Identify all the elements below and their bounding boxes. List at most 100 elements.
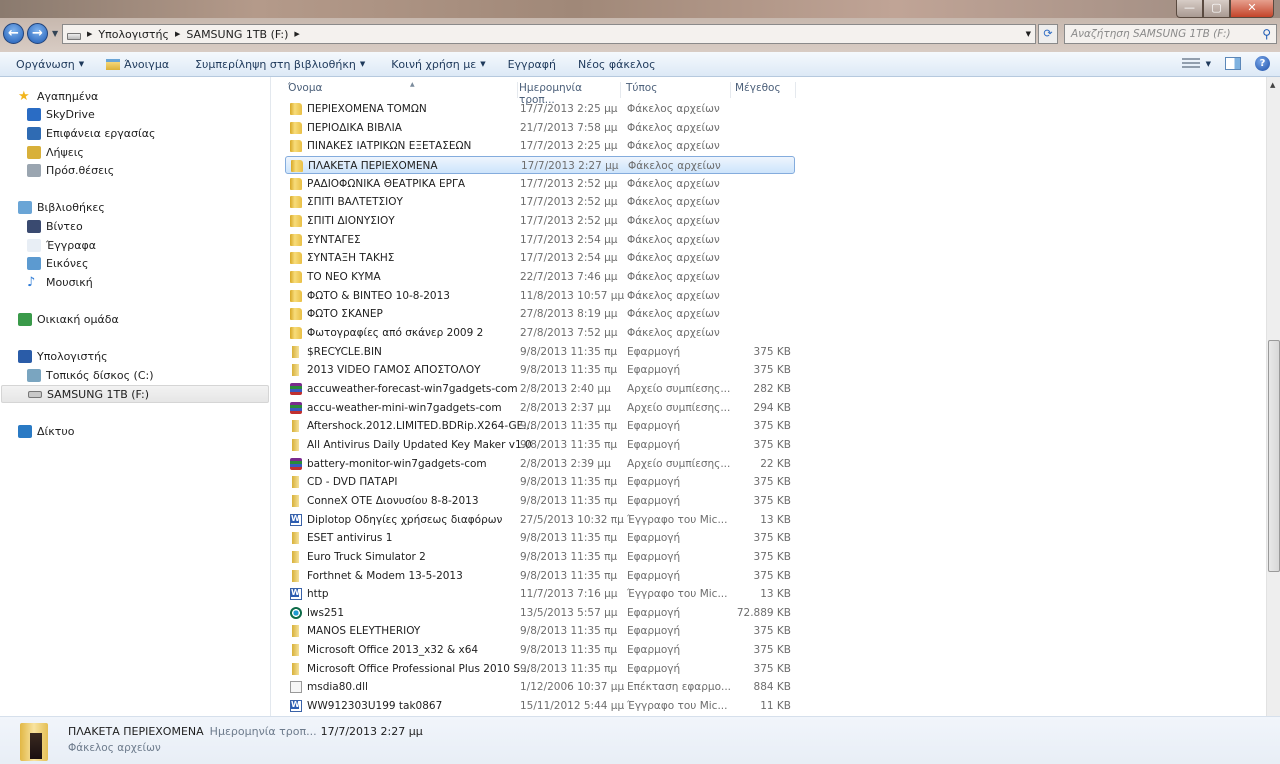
file-row[interactable]: ΠΕΡΙΕΧΟΜΕΝΑ ΤΟΜΩΝ 17/7/2013 2:25 μμ Φάκελο… (285, 100, 795, 118)
file-row[interactable]: ΦΩΤΟ ΣΚΑΝΕΡ 27/8/2013 8:19 μμ Φάκελος αρχε… (285, 305, 795, 323)
refresh-button[interactable]: ⟳ (1038, 24, 1058, 44)
nav-item-network[interactable]: Δίκτυο (18, 422, 74, 440)
file-row[interactable]: ESET antivirus 1 9/8/2013 11:35 πμ Εφαρμογ… (285, 529, 795, 547)
new-folder-button[interactable]: Νέος φάκελος (570, 58, 664, 71)
forward-button[interactable]: → (27, 23, 48, 44)
close-button[interactable]: ✕ (1230, 0, 1274, 18)
vertical-scrollbar[interactable]: ▲ (1266, 77, 1280, 716)
search-icon[interactable]: ⚲ (1262, 27, 1271, 41)
nav-item-libraries[interactable]: Βιβλιοθήκες (18, 198, 105, 216)
file-row[interactable]: accuweather-forecast-win7gadgets-com 2/8/… (285, 380, 795, 398)
file-row[interactable]: ΠΙΝΑΚΕΣ ΙΑΤΡΙΚΩΝ ΕΞΕΤΑΣΕΩΝ 17/7/2013 2:25… (285, 137, 795, 155)
file-row[interactable]: msdia80.dll 1/12/2006 10:37 μμ Επέκταση εφ… (285, 678, 795, 696)
nav-item-documents[interactable]: Έγγραφα (27, 236, 96, 254)
nav-item-desktop[interactable]: Επιφάνεια εργασίας (27, 124, 155, 142)
file-row[interactable]: $RECYCLE.BIN 9/8/2013 11:35 πμ Εφαρμογή 375… (285, 343, 795, 361)
date-modified-value: 17/7/2013 2:27 μμ (320, 725, 423, 738)
folder-icon (20, 723, 48, 761)
nav-item-star[interactable]: ★ Αγαπημένα (18, 87, 98, 105)
file-row[interactable]: 2013 VIDEO ΓΑΜΟΣ ΑΠΟΣΤΟΛΟΥ 9/8/2013 11:35… (285, 361, 795, 379)
column-header-date[interactable]: Ημερομηνία τροπ... (517, 82, 621, 106)
file-size: 375 KB (753, 494, 791, 507)
breadcrumb-computer[interactable]: Υπολογιστής (98, 28, 169, 41)
nav-item-homegroup[interactable]: Οικιακή ομάδα (18, 310, 119, 328)
nav-item-recent-places[interactable]: Πρόσ.θέσεις (27, 161, 114, 179)
file-size: 11 KB (760, 700, 791, 713)
file-row[interactable]: Microsoft Office 2013_x32 & x64 9/8/2013 … (285, 641, 795, 659)
file-row[interactable]: ΦΩΤΟ & ΒΙΝΤΕΟ 10-8-2013 11/8/2013 10:57 μ… (285, 287, 795, 305)
view-options-dropdown[interactable]: ▼ (1206, 60, 1211, 68)
scrollbar-thumb[interactable] (1268, 340, 1280, 572)
file-row[interactable]: Forthnet & Modem 13-5-2013 9/8/2013 11:35… (285, 567, 795, 585)
file-date: 13/5/2013 5:57 μμ (520, 606, 618, 619)
file-size: 375 KB (753, 532, 791, 545)
nav-item-computer[interactable]: Υπολογιστής (18, 347, 108, 365)
address-bar[interactable]: ▶ Υπολογιστής ▶ SAMSUNG 1TB (F:) ▶ ▼ (62, 24, 1036, 44)
file-row[interactable]: accu-weather-mini-win7gadgets-com 2/8/201… (285, 399, 795, 417)
file-row[interactable]: ΣΠΙΤΙ ΒΑΛΤΕΤΣΙΟΥ 17/7/2013 2:52 μμ Φάκελος… (285, 193, 795, 211)
share-with-button[interactable]: Κοινή χρήση με ▼ (383, 58, 493, 71)
minimize-button[interactable]: — (1176, 0, 1203, 18)
file-row[interactable]: lws251 13/5/2013 5:57 μμ Εφαρμογή 72.889 KB (285, 604, 795, 622)
file-name: ΣΠΙΤΙ ΒΑΛΤΕΤΣΙΟΥ (307, 196, 403, 209)
file-date: 27/8/2013 7:52 μμ (520, 326, 618, 339)
help-icon[interactable]: ? (1255, 56, 1270, 71)
file-row[interactable]: MANOS ELEYTHERIOY 9/8/2013 11:35 πμ Εφαρμο… (285, 622, 795, 640)
file-row[interactable]: http 11/7/2013 7:16 μμ Έγγραφο του Mic... 1… (285, 585, 795, 603)
file-type: Εφαρμογή (627, 438, 681, 451)
chevron-right-icon[interactable]: ▶ (87, 30, 92, 38)
date-modified-label: Ημερομηνία τροπ... (209, 725, 317, 738)
file-row[interactable]: Diplotop Οδηγίες χρήσεως διαφόρων 27/5/20… (285, 511, 795, 529)
breadcrumb-drive[interactable]: SAMSUNG 1TB (F:) (186, 28, 288, 41)
burn-button[interactable]: Εγγραφή (500, 58, 564, 71)
back-button[interactable]: ← (3, 23, 24, 44)
recent-pages-dropdown[interactable]: ▼ (52, 29, 58, 38)
file-row[interactable]: ΣΥΝΤΑΞΗ ΤΑΚΗΣ 17/7/2013 2:54 μμ Φάκελος αρ… (285, 249, 795, 267)
file-row[interactable]: Aftershock.2012.LIMITED.BDRip.X264-GE...… (285, 417, 795, 435)
column-header-type[interactable]: Τύπος (624, 82, 731, 98)
address-dropdown-icon[interactable]: ▼ (1026, 30, 1031, 38)
word-document-icon (290, 513, 302, 526)
include-library-button[interactable]: Συμπερίληψη στη βιβλιοθήκη ▼ (187, 58, 373, 71)
column-header-name[interactable]: Όνομα ▲ (286, 81, 518, 98)
nav-item-label: Τοπικός δίσκος (C:) (46, 368, 154, 382)
nav-item-drive[interactable]: SAMSUNG 1TB (F:) (1, 385, 269, 403)
file-row[interactable]: ΣΥΝΤΑΓΕΣ 17/7/2013 2:54 μμ Φάκελος αρχείων (285, 231, 795, 249)
nav-item-downloads[interactable]: Λήψεις (27, 143, 84, 161)
nav-item-pictures[interactable]: Εικόνες (27, 254, 88, 272)
chevron-right-icon[interactable]: ▶ (175, 30, 180, 38)
file-row[interactable]: Φωτογραφίες από σκάνερ 2009 2 27/8/2013 7… (285, 324, 795, 342)
file-row[interactable]: CD - DVD ΠΑΤΑΡΙ 9/8/2013 11:35 πμ Εφαρμογή… (285, 473, 795, 491)
file-name: MANOS ELEYTHERIOY (307, 625, 421, 638)
chevron-right-icon[interactable]: ▶ (294, 30, 299, 38)
search-input[interactable]: Αναζήτηση SAMSUNG 1TB (F:) ⚲ (1064, 24, 1277, 44)
file-type: Αρχείο συμπίεσης... (627, 401, 731, 414)
open-button[interactable]: Άνοιγμα (98, 58, 177, 71)
file-row[interactable]: All Antivirus Daily Updated Key Maker v1… (285, 436, 795, 454)
maximize-button[interactable]: ▢ (1203, 0, 1230, 18)
scroll-up-arrow[interactable]: ▲ (1270, 81, 1275, 89)
folder-icon (292, 662, 299, 675)
file-row[interactable]: ΠΛΑΚΕΤΑ ΠΕΡΙΕΧΟΜΕΝΑ 17/7/2013 2:27 μμ Φάκε… (285, 155, 795, 174)
nav-item-skydrive[interactable]: SkyDrive (27, 105, 95, 123)
change-view-icon[interactable] (1181, 57, 1200, 70)
file-row[interactable]: ΠΕΡΙΟΔΙΚΑ ΒΙΒΛΙΑ 21/7/2013 7:58 μμ Φάκελος… (285, 119, 795, 137)
file-row[interactable]: battery-monitor-win7gadgets-com 2/8/2013 … (285, 455, 795, 473)
organize-button[interactable]: Οργάνωση ▼ (8, 58, 92, 71)
word-document-icon (290, 700, 302, 713)
folder-icon (292, 420, 299, 433)
file-row[interactable]: WW912303U199 tak0867 15/11/2012 5:44 μμΈγ… (285, 697, 795, 715)
file-row[interactable]: ΣΠΙΤΙ ΔΙΟΝΥΣΙΟΥ 17/7/2013 2:52 μμ Φάκελος … (285, 212, 795, 230)
file-size: 72.889 KB (736, 606, 791, 619)
nav-item-local-disk[interactable]: Τοπικός δίσκος (C:) (27, 366, 154, 384)
file-row[interactable]: Euro Truck Simulator 2 9/8/2013 11:35 πμ Ε… (285, 548, 795, 566)
nav-item-video[interactable]: Βίντεο (27, 217, 83, 235)
preview-pane-icon[interactable] (1225, 57, 1241, 70)
file-type: Εφαρμογή (627, 364, 681, 377)
file-row[interactable]: ΡΑΔΙΟΦΩΝΙΚΑ ΘΕΑΤΡΙΚΑ ΕΡΓΑ 17/7/2013 2:52 … (285, 175, 795, 193)
file-row[interactable]: ConneX OTE Διονυσίου 8-8-2013 9/8/2013 11… (285, 492, 795, 510)
nav-item-music[interactable]: ♪ Μουσική (27, 273, 93, 291)
column-header-size[interactable]: Μέγεθος (731, 82, 796, 98)
file-row[interactable]: ΤΟ ΝΕΟ ΚΥΜΑ 22/7/2013 7:46 μμ Φάκελος αρχε… (285, 268, 795, 286)
file-row[interactable]: Microsoft Office Professional Plus 2010 … (285, 660, 795, 678)
